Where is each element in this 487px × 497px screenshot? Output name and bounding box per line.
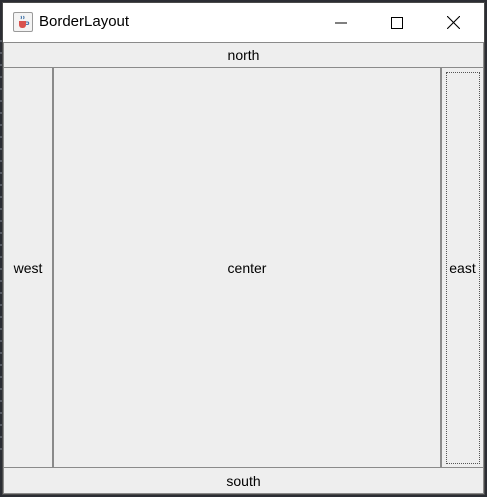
close-icon (446, 16, 460, 29)
south-button[interactable]: south (3, 467, 484, 494)
north-label: north (227, 47, 260, 63)
east-label: east (449, 259, 476, 276)
java-cup-icon (13, 12, 33, 32)
title-bar[interactable]: BorderLayout (3, 3, 484, 42)
maximize-button[interactable] (374, 3, 420, 42)
center-button[interactable]: center (53, 68, 441, 467)
minimize-icon (335, 22, 347, 23)
west-label: west (13, 259, 43, 276)
north-button[interactable]: north (3, 42, 484, 68)
west-button[interactable]: west (3, 68, 53, 467)
south-label: south (226, 472, 261, 489)
close-button[interactable] (430, 3, 476, 42)
window-title: BorderLayout (39, 13, 130, 30)
east-button[interactable]: east (441, 68, 484, 467)
content-pane: north west center east south (3, 42, 484, 494)
center-label: center (227, 259, 267, 276)
maximize-icon (391, 16, 403, 29)
minimize-button[interactable] (318, 3, 364, 42)
app-window: BorderLayout north west center east sout… (2, 2, 485, 495)
